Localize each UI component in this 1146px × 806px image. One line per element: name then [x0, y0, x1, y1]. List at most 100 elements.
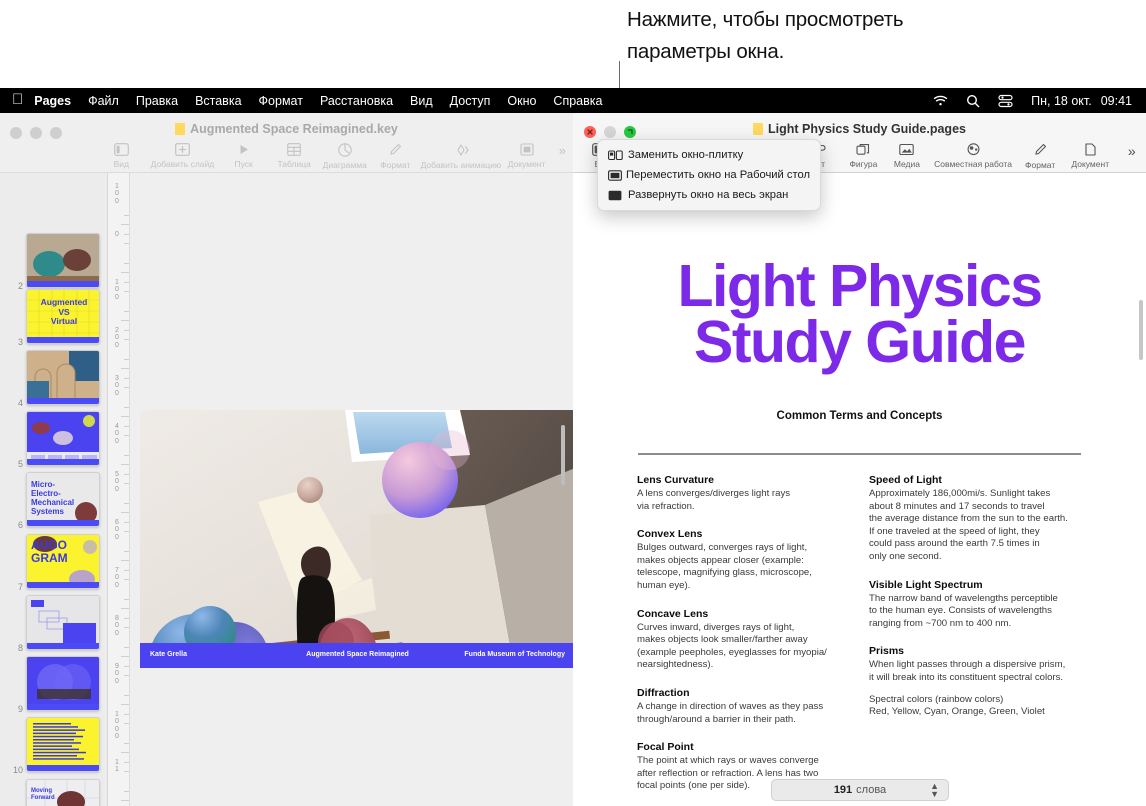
term-body: Approximately 186,000mi/s. Sunlight take…: [869, 488, 1068, 562]
menu-item-help[interactable]: Справка: [553, 94, 602, 108]
keynote-toolbar-overflow[interactable]: »: [552, 143, 573, 158]
keynote-toolbar-play[interactable]: Пуск: [218, 143, 269, 170]
document-title-line2: Study Guide: [694, 309, 1026, 376]
stepper-icon[interactable]: ▲ ▼: [930, 782, 939, 799]
term-body: The narrow band of wavelengths perceptib…: [869, 592, 1058, 629]
menu-bar-date[interactable]: Пн, 18 окт.: [1031, 94, 1092, 108]
window-options-menu[interactable]: Заменить окно-плитку Переместить окно на…: [597, 139, 821, 211]
slide-thumbnail-row[interactable]: 11Moving Forward: [0, 777, 107, 806]
slide-thumbnail[interactable]: Moving Forward: [26, 779, 100, 806]
slide-thumb-footer-bar: [27, 398, 99, 404]
slide-footer: Kate Grella Augmented Space Reimagined F…: [140, 643, 573, 668]
term-block: Diffraction A change in direction of wav…: [637, 686, 847, 726]
wifi-icon[interactable]: [933, 95, 948, 107]
chart-icon: [319, 143, 370, 160]
menu-item-file[interactable]: Файл: [88, 94, 119, 108]
ruler-tick: [124, 550, 129, 552]
keynote-toolbar-document[interactable]: Документ: [501, 143, 552, 170]
pages-toolbar-media[interactable]: Медиа: [885, 143, 928, 170]
keynote-toolbar-format[interactable]: Формат: [370, 143, 421, 171]
menu-item-view[interactable]: Вид: [410, 94, 433, 108]
pages-toolbar-overflow[interactable]: »: [1118, 143, 1146, 159]
callout-text: Нажмите, чтобы просмотреть параметры окн…: [627, 8, 904, 63]
term-heading: Convex Lens: [637, 528, 703, 541]
slide-thumbnail[interactable]: [26, 233, 100, 288]
ruler-tick: [121, 704, 129, 706]
ruler-tick: [124, 483, 129, 485]
menu-item-window[interactable]: Окно: [507, 94, 536, 108]
ruler-label: 700: [115, 567, 119, 589]
keynote-toolbar-add-slide[interactable]: Добавить слайд: [147, 143, 219, 170]
menu-item-format[interactable]: Формат: [259, 94, 303, 108]
pages-document-canvas[interactable]: Light Physics Study Guide Common Terms a…: [573, 173, 1146, 806]
keynote-toolbar-animate[interactable]: Добавить анимацию: [421, 143, 501, 171]
slide-number: 7: [17, 582, 23, 592]
term-body: When light passes through a dispersive p…: [869, 659, 1066, 683]
keynote-vertical-scrollbar[interactable]: [561, 425, 565, 485]
slide-thumbnail-row[interactable]: 6 Micro- Electro- Mechanical Systems: [0, 470, 107, 531]
ruler-tick: [124, 502, 129, 504]
term-block: Speed of Light Approximately 186,000mi/s…: [869, 473, 1079, 564]
ruler-tick: [124, 569, 129, 571]
menu-item-fullscreen-window[interactable]: Развернуть окно на весь экран: [598, 185, 820, 205]
menu-item-pages[interactable]: Pages: [34, 94, 71, 108]
menu-item-move-window-to-desktop[interactable]: Переместить окно на Рабочий стол: [598, 165, 820, 185]
keynote-toolbar-chart[interactable]: Диаграмма: [319, 143, 370, 171]
pages-toolbar-shape[interactable]: Фигура: [842, 143, 885, 170]
keynote-slide-canvas[interactable]: Kate Grella Augmented Space Reimagined F…: [130, 173, 573, 806]
ruler-tick: [124, 214, 129, 216]
slide-thumbnail[interactable]: Micro- Electro- Mechanical Systems: [26, 472, 100, 527]
keynote-window-title: Augmented Space Reimagined.key: [0, 122, 573, 136]
search-icon[interactable]: [966, 94, 980, 108]
menu-item-label: Переместить окно на Рабочий стол: [625, 169, 810, 181]
slide-thumbnail[interactable]: [26, 411, 100, 466]
menu-item-arrange[interactable]: Расстановка: [320, 94, 393, 108]
keynote-vertical-ruler: 1000100200300400500600700800900100011: [108, 173, 130, 806]
keynote-slide-navigator[interactable]: 2 3 Augmented VS Virtual 4 5 6 Micro- Electro-…: [0, 173, 108, 806]
ruler-label: 800: [115, 615, 119, 637]
keynote-toolbar-view[interactable]: Вид: [96, 143, 147, 170]
word-count-badge[interactable]: 191 слова ▲ ▼: [771, 779, 949, 801]
pages-toolbar-collaborate[interactable]: Совместная работа: [929, 143, 1018, 170]
pages-vertical-scrollbar[interactable]: [1139, 300, 1143, 360]
play-icon: [218, 143, 269, 159]
menu-item-insert[interactable]: Вставка: [195, 94, 241, 108]
keynote-window[interactable]: Augmented Space Reimagined.key Вид Добав…: [0, 113, 573, 806]
slide-thumbnail[interactable]: [26, 656, 100, 711]
ruler-tick: [121, 320, 129, 322]
keynote-toolbar-table[interactable]: Таблица: [269, 143, 320, 170]
pages-window[interactable]: Light Physics Study Guide.pages Ви: [573, 113, 1146, 806]
slide-thumbnail-row[interactable]: 4: [0, 348, 107, 409]
slide-number: 10: [12, 765, 23, 775]
pages-toolbar-format[interactable]: Формат: [1017, 143, 1062, 171]
menu-bar-clock[interactable]: 09:41: [1101, 94, 1132, 108]
control-center-icon[interactable]: [998, 94, 1013, 108]
pages-toolbar-document[interactable]: Документ: [1063, 143, 1118, 170]
slide-thumbnail-row[interactable]: 8: [0, 593, 107, 654]
slide-thumbnail-row[interactable]: 10: [0, 715, 107, 776]
pages-toolbar-media-label: Медиа: [893, 159, 920, 169]
ruler-tick: [124, 713, 129, 715]
keynote-toolbar-chart-label: Диаграмма: [322, 160, 367, 170]
menu-item-replace-tiled-window[interactable]: Заменить окно-плитку: [598, 145, 820, 165]
pages-window-title: Light Physics Study Guide.pages: [573, 122, 1146, 136]
slide-thumbnail[interactable]: Augmented VS Virtual: [26, 289, 100, 344]
apple-logo-icon[interactable]: : [12, 92, 23, 107]
slide-footer-author: Kate Grella: [150, 651, 187, 658]
slide-thumbnail-row[interactable]: 2: [0, 231, 107, 292]
slide-thumbnail-row[interactable]: 9: [0, 654, 107, 715]
slide-thumbnail[interactable]: AUGO GRAM: [26, 534, 100, 589]
slide-thumbnail-row[interactable]: 5: [0, 409, 107, 470]
slide-thumbnail[interactable]: [26, 595, 100, 650]
menu-item-share[interactable]: Доступ: [450, 94, 491, 108]
menu-item-edit[interactable]: Правка: [136, 94, 178, 108]
keynote-current-slide[interactable]: Kate Grella Augmented Space Reimagined F…: [140, 410, 573, 668]
collaborate-icon: [929, 143, 1018, 159]
term-heading: Visible Light Spectrum: [869, 578, 983, 591]
slide-thumbnail-row[interactable]: 7 AUGO GRAM: [0, 532, 107, 593]
slide-thumbnail[interactable]: [26, 350, 100, 405]
term-heading: Focal Point: [637, 741, 694, 754]
slide-thumbnail[interactable]: [26, 717, 100, 772]
slide-thumbnail-row[interactable]: 3 Augmented VS Virtual: [0, 287, 107, 348]
ruler-tick: [124, 262, 129, 264]
